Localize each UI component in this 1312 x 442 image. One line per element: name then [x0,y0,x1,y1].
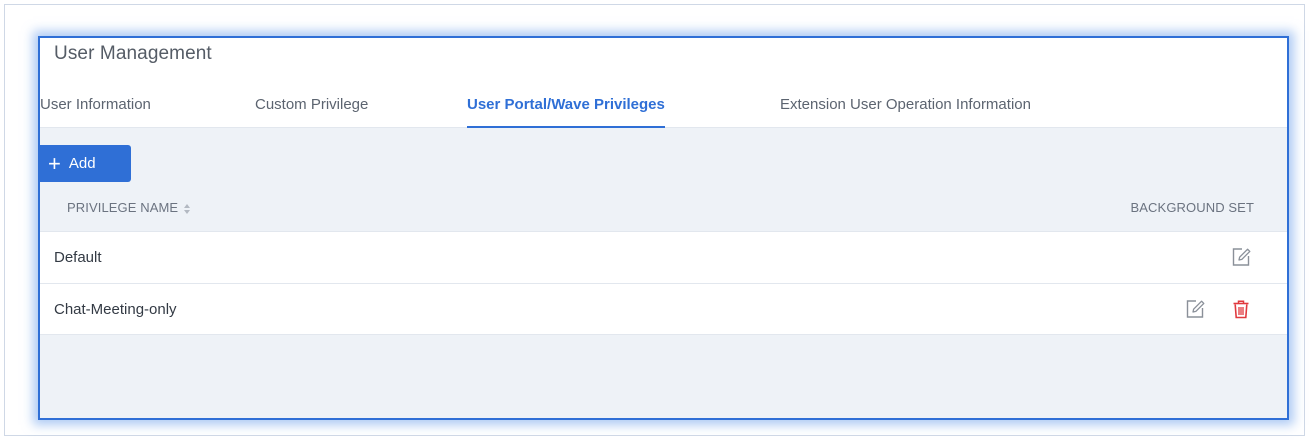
column-header-label: PRIVILEGE NAME [67,200,179,215]
active-tab-indicator [467,126,665,128]
tab-user-information[interactable]: User Information [40,96,151,113]
privilege-name: Chat-Meeting-only [54,301,177,318]
column-header-background-set: BACKGROUND SET [1131,200,1254,215]
edit-icon[interactable] [1184,298,1206,320]
tab-label: User Information [40,96,151,113]
tab-custom-privilege[interactable]: Custom Privilege [255,96,368,113]
tab-user-portal-wave-privileges[interactable]: User Portal/Wave Privileges [467,96,665,128]
user-management-panel: User Management User Information Custom … [38,36,1289,420]
privilege-name: Default [54,249,102,266]
panel-header: User Management User Information Custom … [40,38,1287,128]
tab-label: Custom Privilege [255,96,369,113]
sort-icon[interactable] [183,203,191,215]
table-row: Chat-Meeting-only [40,283,1287,335]
column-header-privilege-name[interactable]: PRIVILEGE NAME [67,200,191,215]
column-header-label: BACKGROUND SET [1130,200,1254,215]
table-row: Default [40,231,1287,283]
tab-extension-user-operation-information[interactable]: Extension User Operation Information [780,96,1031,113]
page-title: User Management [54,43,212,64]
tab-label: User Portal/Wave Privileges [467,96,665,113]
plus-icon: + [48,150,61,176]
edit-icon[interactable] [1230,246,1252,268]
trash-icon[interactable] [1230,298,1252,320]
add-button[interactable]: + Add [40,145,131,182]
tab-label: Extension User Operation Information [780,96,1031,113]
add-button-label: Add [68,155,96,172]
outer-frame: User Management User Information Custom … [4,4,1305,436]
